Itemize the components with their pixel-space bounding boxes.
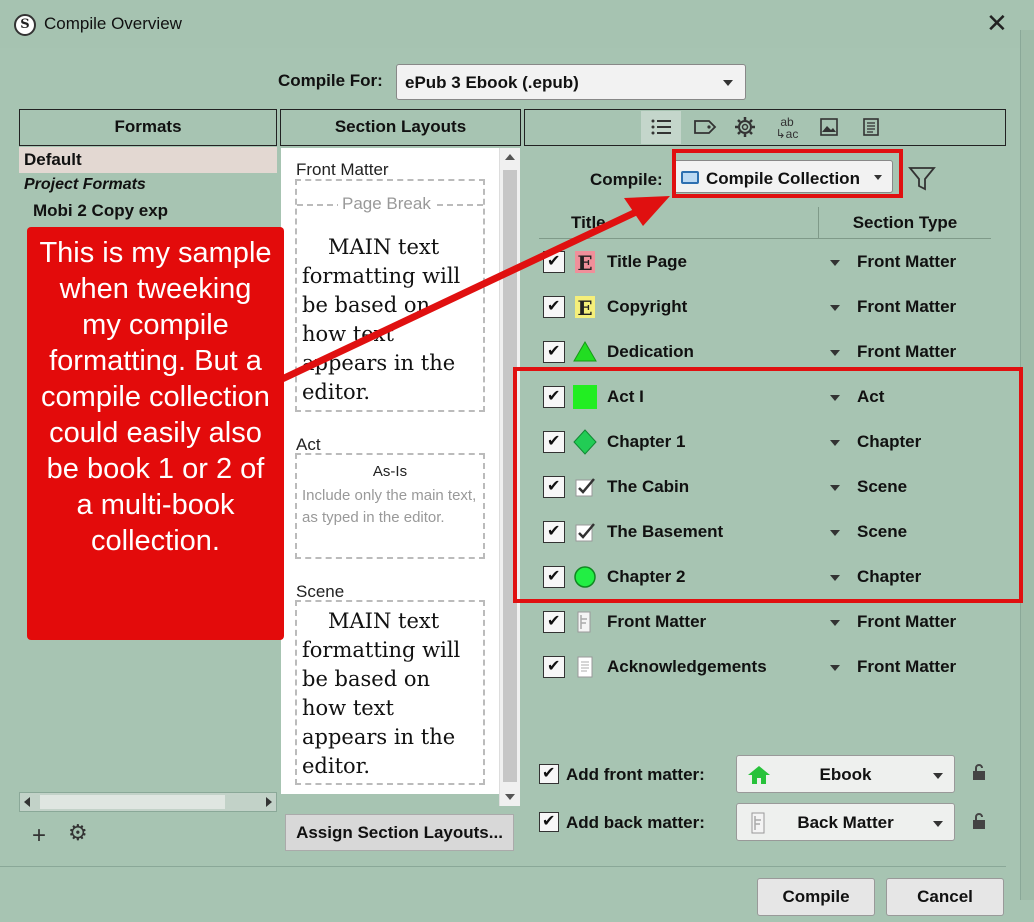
include-checkbox[interactable] — [543, 656, 565, 678]
replacements-icon[interactable]: ab ↳ac — [767, 111, 807, 144]
include-checkbox[interactable] — [543, 251, 565, 273]
front-matter-select[interactable]: Ebook — [736, 755, 955, 793]
window-title: Compile Overview — [44, 14, 182, 33]
column-header-section-type[interactable]: Section Type — [819, 207, 991, 239]
ebook-e-yellow-icon: E — [572, 294, 598, 320]
table-row[interactable]: Front Matter Front Matter — [539, 600, 999, 645]
chevron-down-icon — [933, 821, 943, 827]
layout-group-label: Scene — [296, 582, 345, 601]
row-title: Front Matter — [607, 612, 707, 631]
scroll-thumb[interactable] — [40, 795, 225, 809]
contents-icon[interactable] — [641, 111, 681, 144]
close-icon[interactable]: ✕ — [986, 10, 1008, 36]
layout-preview-title: As-Is — [372, 463, 408, 480]
column-header-title[interactable]: Title — [539, 207, 819, 239]
cover-image-icon[interactable] — [809, 111, 849, 144]
include-checkbox[interactable] — [543, 296, 565, 318]
scroll-left-icon[interactable] — [24, 797, 30, 807]
annotation-callout: This is my sample when tweeking my compi… — [27, 227, 284, 640]
include-checkbox[interactable] — [543, 341, 565, 363]
layout-group-label: Front Matter — [296, 160, 389, 179]
scroll-up-icon[interactable] — [505, 154, 515, 160]
format-item[interactable]: Mobi 2 Copy exp — [33, 201, 168, 221]
assign-section-layouts-button[interactable]: Assign Section Layouts... — [285, 814, 514, 851]
layout-group-label: Act — [296, 435, 321, 454]
front-matter-value: Ebook — [819, 765, 872, 784]
chevron-down-icon — [933, 773, 943, 779]
layout-preview-text: MAIN text formatting will be based on ho… — [302, 235, 461, 404]
chevron-down-icon[interactable] — [830, 350, 840, 356]
svg-text:E: E — [577, 251, 592, 275]
app-icon: S — [14, 14, 36, 36]
layout-preview-desc: Include only the main text, as typed in … — [302, 487, 477, 526]
format-gear-icon[interactable]: ⚙ — [68, 820, 88, 846]
project-formats-group: Project Formats — [24, 176, 146, 193]
add-front-matter-checkbox[interactable] — [539, 763, 559, 784]
chevron-down-icon — [723, 80, 733, 86]
formats-header: Formats — [19, 109, 277, 146]
document-icon — [572, 654, 598, 680]
cancel-button[interactable]: Cancel — [886, 878, 1004, 916]
row-title: Dedication — [607, 342, 694, 361]
row-title: Acknowledgements — [607, 657, 767, 676]
annotation-highlight-rows — [513, 367, 1023, 603]
add-front-matter-label: Add front matter: — [566, 765, 705, 784]
compile-toolbar: ab ↳ac — [524, 109, 1006, 146]
row-section-type[interactable]: Front Matter — [857, 657, 956, 677]
folder-page-icon — [572, 609, 598, 635]
scroll-right-icon[interactable] — [266, 797, 272, 807]
layout-page-icon[interactable] — [851, 111, 891, 144]
row-section-type[interactable]: Front Matter — [857, 252, 956, 272]
add-back-matter-checkbox[interactable] — [539, 811, 559, 832]
table-row[interactable]: E Title Page Front Matter — [539, 240, 999, 285]
section-layouts-header: Section Layouts — [280, 109, 521, 146]
compile-for-select[interactable]: ePub 3 Ebook (.epub) — [396, 64, 746, 100]
chevron-down-icon[interactable] — [830, 260, 840, 266]
row-title: Copyright — [607, 297, 688, 316]
annotation-highlight-compile-collection — [672, 149, 903, 198]
filter-icon[interactable] — [908, 166, 936, 192]
options-gear-icon[interactable] — [725, 111, 765, 144]
layout-preview-text: MAIN text formatting will be based on ho… — [302, 609, 461, 778]
row-section-type[interactable]: Front Matter — [857, 297, 956, 317]
footer-divider — [0, 866, 1006, 867]
compile-for-label: Compile For: — [278, 71, 383, 90]
add-format-icon[interactable]: + — [32, 822, 46, 850]
table-row[interactable]: Acknowledgements Front Matter — [539, 645, 999, 690]
add-back-matter-label: Add back matter: — [566, 813, 705, 832]
green-triangle-icon — [572, 339, 598, 365]
lock-icon[interactable] — [970, 763, 988, 785]
lock-icon[interactable] — [970, 812, 988, 834]
page-break-label: Page Break — [338, 194, 435, 214]
compile-for-value: ePub 3 Ebook (.epub) — [405, 73, 579, 92]
include-checkbox[interactable] — [543, 611, 565, 633]
compile-label: Compile: — [590, 170, 663, 189]
chevron-down-icon[interactable] — [830, 665, 840, 671]
back-matter-select[interactable]: Back Matter — [736, 803, 955, 841]
compile-button[interactable]: Compile — [757, 878, 875, 916]
metadata-tag-icon[interactable] — [685, 111, 725, 144]
table-row[interactable]: E Copyright Front Matter — [539, 285, 999, 330]
back-matter-value: Back Matter — [797, 813, 894, 832]
svg-text:E: E — [577, 296, 592, 320]
chevron-down-icon[interactable] — [830, 305, 840, 311]
format-default[interactable]: Default — [19, 147, 277, 173]
row-section-type[interactable]: Front Matter — [857, 612, 956, 632]
row-title: Title Page — [607, 252, 687, 271]
formats-horizontal-scrollbar[interactable] — [19, 792, 277, 812]
chevron-down-icon[interactable] — [830, 620, 840, 626]
ebook-e-red-icon: E — [572, 249, 598, 275]
row-section-type[interactable]: Front Matter — [857, 342, 956, 362]
scroll-down-icon[interactable] — [505, 794, 515, 800]
